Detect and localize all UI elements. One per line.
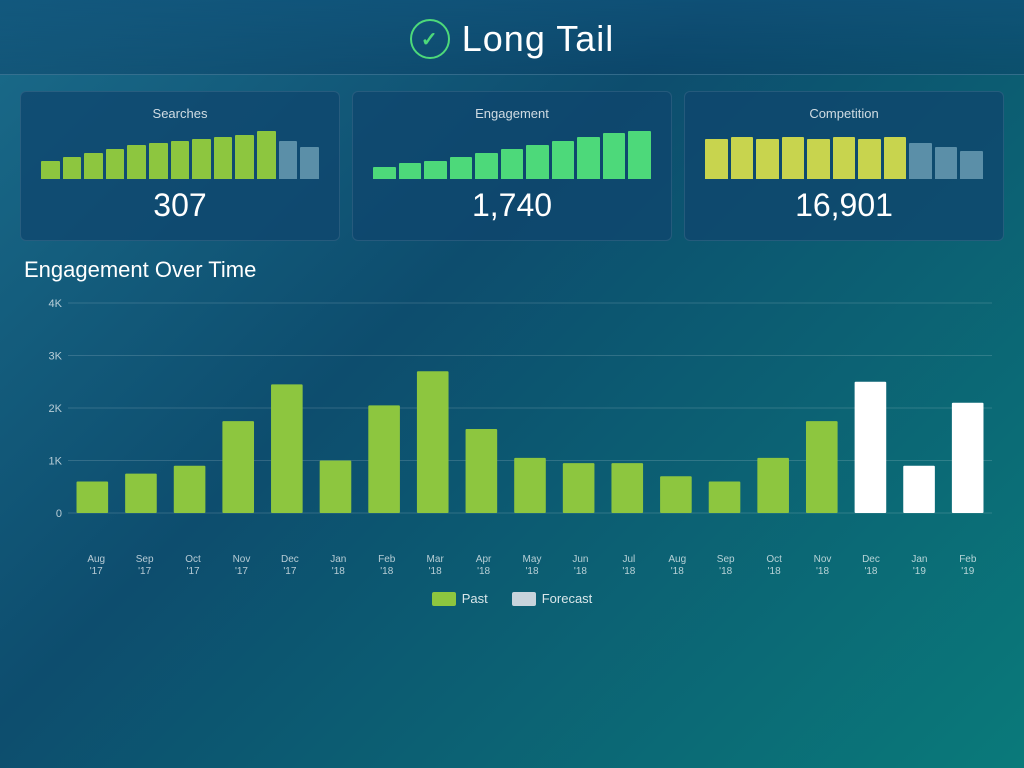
mini-bar bbox=[833, 137, 856, 179]
forecast-label: Forecast bbox=[542, 591, 593, 606]
mini-bar bbox=[935, 147, 958, 179]
x-label: Oct'18 bbox=[750, 554, 798, 578]
mini-bar bbox=[731, 137, 754, 179]
mini-bar bbox=[214, 137, 233, 179]
x-label: Nov'18 bbox=[798, 554, 846, 578]
x-label: Aug'18 bbox=[653, 554, 701, 578]
x-label: Oct'17 bbox=[169, 554, 217, 578]
mini-bar bbox=[782, 137, 805, 179]
x-label: Feb'19 bbox=[944, 554, 992, 578]
x-label: Dec'18 bbox=[847, 554, 895, 578]
chart-title: Engagement Over Time bbox=[24, 257, 1000, 283]
mini-bar bbox=[450, 157, 473, 179]
card-engagement-value: 1,740 bbox=[369, 187, 655, 224]
header: ✓ Long Tail bbox=[0, 0, 1024, 75]
card-engagement-bars bbox=[369, 131, 655, 179]
mini-bar bbox=[501, 149, 524, 179]
mini-bar bbox=[192, 139, 211, 179]
svg-text:4K: 4K bbox=[49, 298, 63, 310]
x-label: Feb'18 bbox=[363, 554, 411, 578]
mini-bar bbox=[960, 151, 983, 179]
card-searches: Searches 307 bbox=[20, 91, 340, 241]
card-engagement: Engagement 1,740 bbox=[352, 91, 672, 241]
mini-bar bbox=[127, 145, 146, 179]
svg-text:2K: 2K bbox=[49, 403, 63, 415]
x-label: Dec'17 bbox=[266, 554, 314, 578]
x-label: Jul'18 bbox=[605, 554, 653, 578]
x-label: Apr'18 bbox=[459, 554, 507, 578]
svg-text:1K: 1K bbox=[49, 456, 63, 468]
mini-bar bbox=[807, 139, 830, 179]
chart-container: 4K 3K 2K 1K 0 Aug'17Sep'17Oct'17Nov'17Dec'17… bbox=[24, 293, 1000, 583]
check-icon: ✓ bbox=[410, 19, 450, 59]
card-competition-bars bbox=[701, 131, 987, 179]
mini-bar bbox=[257, 131, 276, 179]
chart-section: Engagement Over Time 4K3K2K1K0 Aug'17Sep… bbox=[0, 253, 1024, 614]
mini-bar bbox=[628, 131, 651, 179]
x-label: Sep'17 bbox=[120, 554, 168, 578]
mini-bar bbox=[884, 137, 907, 179]
card-searches-bars bbox=[37, 131, 323, 179]
mini-bar bbox=[705, 139, 728, 179]
mini-bar bbox=[603, 133, 626, 179]
x-label: Jan'18 bbox=[314, 554, 362, 578]
mini-bar bbox=[399, 163, 422, 179]
mini-bar bbox=[279, 141, 298, 179]
svg-text:3K: 3K bbox=[49, 351, 63, 363]
mini-bar bbox=[106, 149, 125, 179]
x-label: Jun'18 bbox=[556, 554, 604, 578]
mini-bar bbox=[756, 139, 779, 179]
mini-bar bbox=[909, 143, 932, 179]
card-searches-value: 307 bbox=[37, 187, 323, 224]
card-searches-title: Searches bbox=[37, 106, 323, 121]
mini-bar bbox=[526, 145, 549, 179]
mini-bar bbox=[41, 161, 60, 179]
forecast-swatch bbox=[512, 592, 536, 606]
mini-bar bbox=[475, 153, 498, 179]
card-competition-title: Competition bbox=[701, 106, 987, 121]
mini-bar bbox=[149, 143, 168, 179]
card-competition: Competition 16,901 bbox=[684, 91, 1004, 241]
mini-bar bbox=[424, 161, 447, 179]
legend-forecast: Forecast bbox=[512, 591, 593, 606]
card-competition-value: 16,901 bbox=[701, 187, 987, 224]
page-title: ✓ Long Tail bbox=[0, 18, 1024, 60]
title-text: Long Tail bbox=[462, 18, 614, 60]
mini-bar bbox=[300, 147, 319, 179]
mini-bar bbox=[552, 141, 575, 179]
mini-bar bbox=[63, 157, 82, 179]
x-label: Aug'17 bbox=[72, 554, 120, 578]
chart-legend: Past Forecast bbox=[24, 591, 1000, 606]
card-engagement-title: Engagement bbox=[369, 106, 655, 121]
mini-bar bbox=[373, 167, 396, 179]
x-label: Nov'17 bbox=[217, 554, 265, 578]
mini-bar bbox=[235, 135, 254, 179]
mini-bar bbox=[577, 137, 600, 179]
mini-bar bbox=[858, 139, 881, 179]
x-label: Sep'18 bbox=[701, 554, 749, 578]
svg-text:0: 0 bbox=[56, 508, 62, 520]
mini-bar bbox=[84, 153, 103, 179]
past-swatch bbox=[432, 592, 456, 606]
legend-past: Past bbox=[432, 591, 488, 606]
past-label: Past bbox=[462, 591, 488, 606]
mini-bar bbox=[171, 141, 190, 179]
x-label: Mar'18 bbox=[411, 554, 459, 578]
metric-cards: Searches 307 Engagement 1,740 Competition 16,… bbox=[0, 75, 1024, 253]
x-label: Jan'19 bbox=[895, 554, 943, 578]
x-label: May'18 bbox=[508, 554, 556, 578]
